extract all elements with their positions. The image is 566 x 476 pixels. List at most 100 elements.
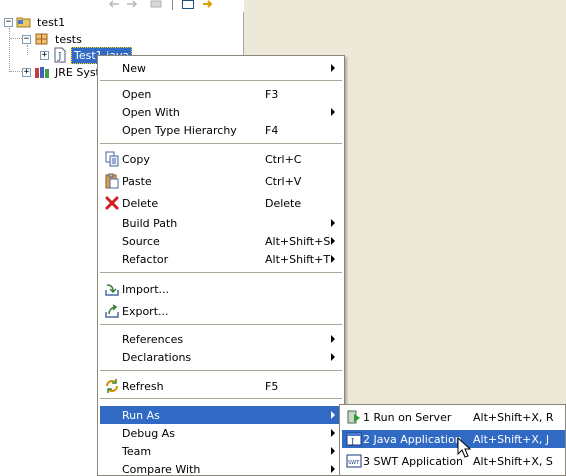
expand-toggle[interactable]: + — [22, 67, 31, 77]
submenu-arrow-icon — [331, 411, 335, 419]
up-folder-icon[interactable] — [150, 0, 162, 8]
java-file-icon: J — [54, 47, 66, 63]
menu-separator — [100, 398, 342, 399]
menu-item-shortcut: Ctrl+C — [265, 152, 302, 166]
menu-item-copy[interactable]: Copy Ctrl+C — [100, 150, 342, 168]
submenu-arrow-icon — [331, 64, 335, 72]
submenu-item-shortcut: Alt+Shift+X, R — [473, 410, 554, 424]
paste-icon — [105, 173, 119, 189]
menu-item-shortcut: Alt+Shift+S — [265, 234, 331, 248]
refresh-icon — [106, 379, 118, 393]
submenu-arrow-icon — [331, 255, 335, 263]
menu-item-export[interactable]: Export... — [100, 302, 342, 320]
menu-item-debug-as[interactable]: Debug As — [100, 424, 342, 442]
submenu-arrow-icon — [331, 465, 335, 473]
menu-item-label: Export... — [122, 304, 169, 318]
tree-item-label: tests — [55, 32, 82, 46]
run-as-submenu: 1 Run on Server Alt+Shift+X, R J 2 Java … — [339, 404, 566, 476]
menu-separator — [100, 143, 342, 144]
menu-item-label: Copy — [122, 152, 150, 166]
submenu-item-shortcut: Alt+Shift+X, J — [473, 432, 550, 446]
java-application-icon: J — [346, 432, 362, 446]
submenu-arrow-icon — [331, 353, 335, 361]
menu-item-shortcut: F3 — [265, 87, 279, 101]
menu-separator — [100, 324, 342, 325]
submenu-item-java-application[interactable]: J 2 Java Application Alt+Shift+X, J — [342, 430, 565, 448]
submenu-item-label: 2 Java Application — [363, 432, 462, 446]
menu-item-label: Source — [122, 234, 160, 248]
tree-item-label: JRE Syst — [55, 65, 100, 79]
context-menu: New Open F3 Open With Open Type Hierarch… — [97, 55, 345, 476]
menu-item-label: Open — [122, 87, 152, 101]
tree-connector — [10, 71, 22, 72]
menu-item-label: Import... — [122, 282, 169, 296]
submenu-arrow-icon — [331, 335, 335, 343]
package-icon — [35, 33, 48, 45]
menu-item-declarations[interactable]: Declarations — [100, 348, 342, 366]
tree-connector — [10, 38, 22, 39]
menu-item-label: Open With — [122, 105, 180, 119]
menu-item-label: Open Type Hierarchy — [122, 123, 237, 137]
menu-item-shortcut: Ctrl+V — [265, 174, 302, 188]
menu-item-label: Refactor — [122, 252, 169, 266]
menu-item-refresh[interactable]: Refresh F5 — [100, 377, 342, 395]
collapse-toggle[interactable]: − — [4, 17, 13, 27]
submenu-arrow-icon — [331, 219, 335, 227]
copy-icon — [105, 151, 119, 167]
menu-item-refactor[interactable]: Refactor Alt+Shift+T — [100, 250, 342, 268]
collapse-all-icon[interactable] — [182, 0, 194, 9]
menu-item-run-as[interactable]: Run As — [100, 406, 342, 424]
menu-item-open[interactable]: Open F3 — [100, 85, 342, 103]
menu-item-shortcut: F4 — [265, 123, 279, 137]
delete-icon — [105, 196, 119, 210]
menu-item-label: Paste — [122, 174, 152, 188]
tree-item-label: test1 — [37, 15, 66, 29]
tree-item-jre-library[interactable]: + JRE Syst — [22, 64, 102, 80]
menu-item-delete[interactable]: Delete Delete — [100, 194, 342, 212]
menu-item-open-with[interactable]: Open With — [100, 103, 342, 121]
submenu-item-label: 1 Run on Server — [363, 410, 452, 424]
submenu-item-run-on-server[interactable]: 1 Run on Server Alt+Shift+X, R — [342, 408, 565, 426]
import-icon — [105, 284, 119, 296]
submenu-arrow-icon — [331, 447, 335, 455]
menu-item-label: Run As — [122, 408, 160, 422]
expand-toggle[interactable]: + — [40, 50, 49, 60]
submenu-item-shortcut: Alt+Shift+X, S — [473, 454, 553, 468]
menu-item-label: Refresh — [122, 379, 164, 393]
submenu-arrow-icon — [331, 237, 335, 245]
submenu-item-label: 3 SWT Application — [363, 454, 464, 468]
menu-item-label: Team — [122, 444, 152, 458]
menu-item-team[interactable]: Team — [100, 442, 342, 460]
menu-item-compare-with[interactable]: Compare With — [100, 460, 342, 476]
tree-item-package[interactable]: − tests — [22, 31, 84, 47]
view-toolbar — [0, 0, 244, 12]
menu-item-label: Declarations — [122, 350, 192, 364]
menu-item-shortcut: Alt+Shift+T — [265, 252, 331, 266]
submenu-item-swt-application[interactable]: SWT 3 SWT Application Alt+Shift+X, S — [342, 452, 565, 470]
swt-application-icon: SWT — [346, 454, 362, 468]
collapse-toggle[interactable]: − — [22, 34, 31, 44]
menu-separator — [100, 272, 342, 273]
menu-item-import[interactable]: Import... — [100, 280, 342, 298]
submenu-arrow-icon — [331, 108, 335, 116]
menu-item-shortcut: F5 — [265, 379, 279, 393]
tree-item-project[interactable]: − test1 — [4, 14, 67, 30]
menu-item-paste[interactable]: Paste Ctrl+V — [100, 172, 342, 190]
svg-text:J: J — [57, 52, 62, 62]
menu-item-label: Delete — [122, 196, 159, 210]
menu-item-source[interactable]: Source Alt+Shift+S — [100, 232, 342, 250]
menu-item-label: Debug As — [122, 426, 175, 440]
menu-item-new[interactable]: New — [100, 59, 342, 77]
menu-item-references[interactable]: References — [100, 330, 342, 348]
svg-text:SWT: SWT — [348, 460, 360, 466]
svg-text:J: J — [350, 437, 354, 446]
menu-item-build-path[interactable]: Build Path — [100, 214, 342, 232]
link-with-editor-icon[interactable] — [202, 0, 214, 8]
menu-item-open-type-hierarchy[interactable]: Open Type Hierarchy F4 — [100, 121, 342, 139]
menu-separator — [100, 80, 342, 81]
toolbar-divider — [172, 0, 173, 10]
menu-separator — [100, 370, 342, 371]
forward-arrow-icon[interactable] — [126, 0, 138, 8]
run-on-server-icon — [347, 410, 360, 424]
back-arrow-icon[interactable] — [108, 0, 120, 8]
